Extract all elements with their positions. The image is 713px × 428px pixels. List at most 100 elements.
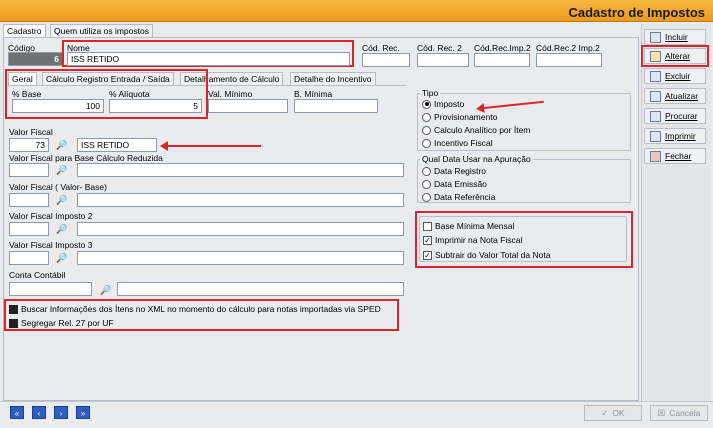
segregar-checkbox[interactable]: Segregar Rel. 27 por UF — [9, 318, 114, 328]
close-icon — [650, 150, 661, 162]
base-minima-label: Base Mínima Mensal — [435, 221, 515, 231]
segregar-label: Segregar Rel. 27 por UF — [21, 318, 114, 328]
tipo-title: Tipo — [420, 88, 441, 98]
imprimir-label: Imprimir — [665, 131, 696, 141]
radio-data-registro-label: Data Registro — [434, 166, 486, 176]
next-record-icon[interactable]: › — [54, 406, 68, 419]
ok-label: OK — [612, 408, 625, 418]
base-label: % Base — [12, 89, 42, 99]
vf-valor-base-code[interactable] — [9, 193, 49, 207]
base-field[interactable]: 100 — [12, 99, 104, 113]
valor-fiscal-code[interactable]: 73 — [9, 138, 49, 152]
vf-base-reduzida-desc[interactable] — [77, 163, 404, 177]
cancel-label: Cancela — [669, 408, 701, 418]
val-minimo-label: Val. Mínimo — [208, 89, 253, 99]
codigo-field[interactable]: 6 — [8, 52, 63, 66]
annotation-arrow-valor-fiscal — [160, 141, 261, 151]
vf-imposto3-desc[interactable] — [77, 251, 404, 265]
check-icon: ✓ — [601, 407, 609, 418]
vf-base-reduzida-code[interactable] — [9, 163, 49, 177]
cod-rec2-imp2-label: Cód.Rec.2 Imp.2 — [536, 43, 600, 53]
radio-data-referencia-label: Data Referência — [434, 192, 496, 202]
radio-data-emissao[interactable]: Data Emissão — [422, 179, 487, 189]
apuracao-title: Qual Data Usar na Apuração — [420, 154, 533, 164]
atualizar-label: Atualizar — [665, 91, 699, 101]
b-minima-label: B. Mínima — [294, 89, 333, 99]
ok-button[interactable]: ✓ OK — [584, 405, 642, 421]
valor-fiscal-label: Valor Fiscal — [9, 127, 53, 137]
cod-rec2-imp2-field[interactable] — [536, 53, 602, 67]
binoculars-icon[interactable]: 🔎 — [56, 224, 68, 234]
radio-incentivo-fiscal[interactable]: Incentivo Fiscal — [422, 138, 493, 148]
radio-calculo-analitico[interactable]: Calculo Analítico por Ítem — [422, 125, 530, 135]
radio-data-referencia[interactable]: Data Referência — [422, 192, 495, 202]
alterar-button[interactable]: Alterar — [644, 48, 706, 64]
b-minima-field[interactable] — [294, 99, 378, 113]
imprimir-nota-checkbox[interactable]: ✓ Imprimir na Nota Fiscal — [423, 235, 522, 245]
vf-valor-base-desc[interactable] — [77, 193, 404, 207]
cod-rec-field[interactable] — [362, 53, 410, 67]
radio-incentivo-fiscal-label: Incentivo Fiscal — [434, 138, 493, 148]
vf-valor-base-label: Valor Fiscal ( Valor- Base) — [9, 182, 107, 192]
procurar-label: Procurar — [665, 111, 698, 121]
window-title: Cadastro de Impostos — [568, 5, 705, 20]
incluir-button[interactable]: Incluir — [644, 29, 706, 45]
conta-contabil-code[interactable] — [9, 282, 92, 296]
printer-icon — [650, 130, 661, 142]
buscar-xml-checkbox[interactable]: Buscar Informações dos Ítens no XML no m… — [9, 304, 381, 314]
cod-rec-label: Cód. Rec. — [362, 43, 400, 53]
excluir-button[interactable]: Excluir — [644, 68, 706, 84]
radio-provisionamento[interactable]: Provisionamento — [422, 112, 497, 122]
binoculars-icon[interactable]: 🔎 — [56, 253, 68, 263]
imprimir-nota-label: Imprimir na Nota Fiscal — [435, 235, 523, 245]
valor-fiscal-desc[interactable]: ISS RETIDO — [77, 138, 157, 152]
vf-imposto3-label: Valor Fiscal Imposto 3 — [9, 240, 93, 250]
vf-imposto2-desc[interactable] — [77, 222, 404, 236]
cod-rec-imp2-field[interactable] — [474, 53, 530, 67]
alterar-label: Alterar — [665, 51, 691, 61]
radio-imposto-label: Imposto — [434, 99, 465, 109]
binoculars-icon[interactable]: 🔎 — [56, 140, 68, 150]
fechar-button[interactable]: Fechar — [644, 148, 706, 164]
nome-field[interactable]: ISS RETIDO — [67, 52, 350, 66]
conta-contabil-label: Conta Contábil — [9, 270, 66, 280]
cod-rec-imp2-label: Cód.Rec.Imp.2 — [474, 43, 531, 53]
binoculars-icon[interactable]: 🔎 — [56, 195, 68, 205]
val-minimo-field[interactable] — [208, 99, 288, 113]
last-record-icon[interactable]: » — [76, 406, 90, 419]
radio-imposto[interactable]: Imposto — [422, 99, 464, 109]
delete-icon — [650, 70, 661, 82]
new-document-icon — [650, 31, 661, 43]
conta-contabil-desc[interactable] — [117, 282, 404, 296]
prev-record-icon[interactable]: ‹ — [32, 406, 46, 419]
atualizar-button[interactable]: Atualizar — [644, 88, 706, 104]
binoculars-icon[interactable]: 🔎 — [56, 165, 68, 175]
tab-quem-utiliza[interactable]: Quem utiliza os impostos — [50, 24, 153, 37]
fechar-label: Fechar — [665, 151, 692, 161]
vf-imposto2-label: Valor Fiscal Imposto 2 — [9, 211, 93, 221]
excluir-label: Excluir — [665, 71, 691, 81]
first-record-icon[interactable]: « — [10, 406, 24, 419]
procurar-button[interactable]: Procurar — [644, 108, 706, 124]
tab-detalhe-incentivo[interactable]: Detalhe do Incentivo — [290, 72, 376, 85]
cod-rec2-field[interactable] — [417, 53, 469, 67]
vf-base-reduzida-label: Valor Fiscal para Base Cálculo Reduzida — [9, 153, 163, 163]
radio-calculo-analitico-label: Calculo Analítico por Ítem — [434, 125, 531, 135]
buscar-xml-label: Buscar Informações dos Ítens no XML no m… — [21, 304, 381, 314]
pencil-icon — [650, 50, 661, 62]
tab-cadastro[interactable]: Cadastro — [3, 24, 46, 37]
binoculars-icon[interactable]: 🔎 — [100, 285, 112, 295]
cod-rec2-label: Cód. Rec. 2 — [417, 43, 462, 53]
vf-imposto2-code[interactable] — [9, 222, 49, 236]
subtrair-total-label: Subtrair do Valor Total da Nota — [435, 250, 551, 260]
aliquota-field[interactable]: 5 — [109, 99, 202, 113]
radio-data-emissao-label: Data Emissão — [434, 179, 487, 189]
radio-provisionamento-label: Provisionamento — [434, 112, 498, 122]
subtrair-total-checkbox[interactable]: ✓ Subtrair do Valor Total da Nota — [423, 250, 550, 260]
radio-data-registro[interactable]: Data Registro — [422, 166, 486, 176]
cancel-button[interactable]: ☒ Cancela — [650, 405, 708, 421]
cancel-icon: ☒ — [657, 407, 666, 418]
base-minima-checkbox[interactable]: Base Mínima Mensal — [423, 221, 514, 231]
imprimir-button[interactable]: Imprimir — [644, 128, 706, 144]
vf-imposto3-code[interactable] — [9, 251, 49, 265]
